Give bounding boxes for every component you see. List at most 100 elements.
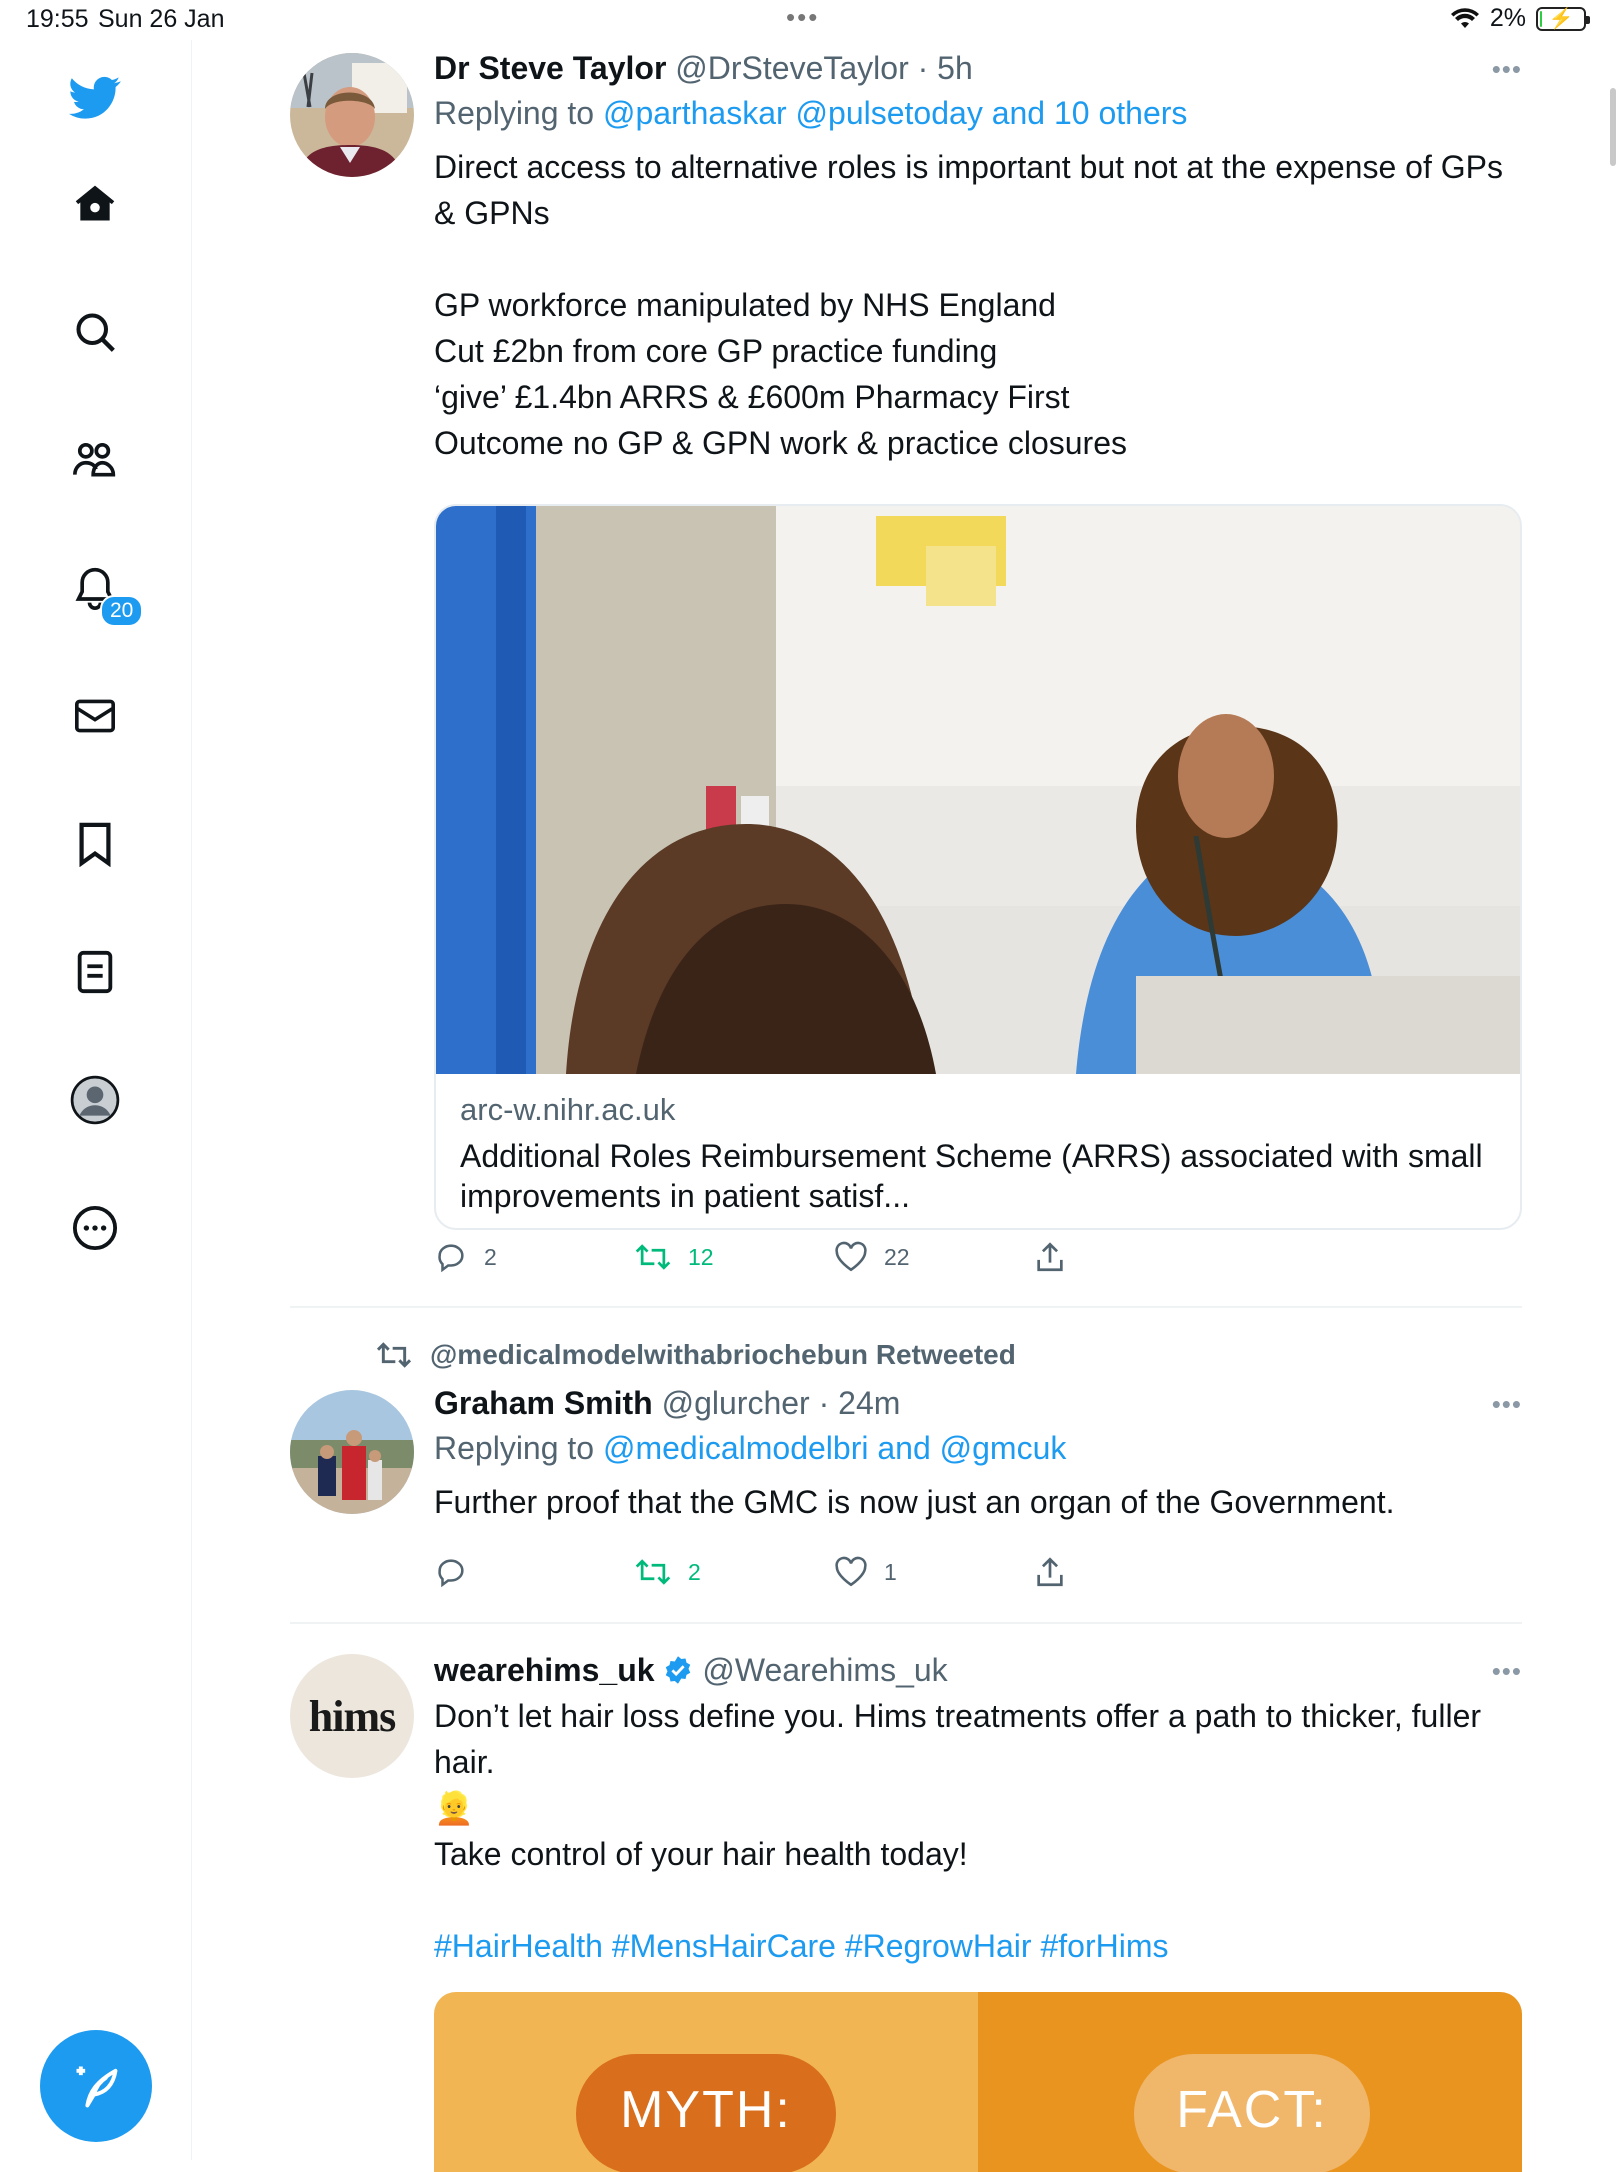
hashtags[interactable]: #HairHealth #MensHairCare #RegrowHair #f… [434,1928,1168,1964]
sidebar-item-home[interactable] [65,174,125,234]
sidebar: 20 [0,40,192,2160]
wifi-icon [1450,7,1479,28]
card-meta: arc-w.nihr.ac.uk Additional Roles Reimbu… [460,1092,1496,1216]
battery-fill [1540,10,1542,27]
search-icon [76,313,115,352]
tweet[interactable]: @medicalmodelwithabriochebun Retweeted G… [290,1335,1522,1615]
tweet-time: · 24m [818,1385,901,1421]
author-name[interactable]: Graham Smith [434,1385,653,1421]
divider [290,1622,1522,1624]
status-right: 2% ⚡ [1450,4,1590,33]
replying-to: Replying to @medicalmodelbri and @gmcuk [434,1430,1522,1467]
profile-icon [70,1075,120,1125]
sidebar-item-explore[interactable] [65,302,125,362]
sidebar-item-bookmarks[interactable] [65,814,125,874]
sidebar-item-profile[interactable] [65,1070,125,1130]
tweet-text: Direct access to alternative roles is im… [434,149,1503,461]
tweet-text-part: Don’t let hair loss define you. Hims tre… [434,1698,1490,1780]
battery-icon: ⚡ [1536,6,1590,31]
fact-label: FACT: [1134,2054,1370,2172]
heart-icon [835,1556,867,1587]
card-image [436,506,1520,1074]
ad-image[interactable]: MYTH: FACT: [434,1992,1522,2172]
share-button[interactable] [1034,1555,1234,1589]
sidebar-item-lists[interactable] [65,942,125,1002]
avatar[interactable] [290,1390,414,1514]
tweet-actions: 2 1 [434,1555,1234,1589]
like-button[interactable]: 22 [834,1241,1034,1273]
home-icon [75,185,115,221]
heart-icon [835,1241,867,1272]
replying-prefix: Replying to [434,95,603,131]
retweet-icon [635,1244,671,1270]
tweet-text: Further proof that the GMC is now just a… [434,1484,1395,1520]
tweet-header: wearehims_uk @Wearehims_uk [434,1652,1522,1689]
people-icon [73,442,116,477]
verified-badge-icon [666,1656,691,1684]
list-icon [77,950,113,994]
author-handle[interactable]: @glurcher [662,1385,810,1421]
avatar[interactable] [290,53,414,177]
author-handle[interactable]: @Wearehims_uk [702,1652,947,1688]
avatar[interactable]: hims [290,1654,414,1778]
myth-label: MYTH: [576,2054,836,2172]
divider [290,1306,1522,1308]
tweet-header: Graham Smith @glurcher · 24m [434,1385,1522,1422]
sidebar-item-messages[interactable] [65,686,125,746]
sidebar-item-more[interactable] [65,1198,125,1258]
twitter-logo-icon[interactable] [65,68,125,128]
replying-to-link[interactable]: @medicalmodelbri and @gmcuk [603,1430,1066,1466]
link-card[interactable]: arc-w.nihr.ac.uk Additional Roles Reimbu… [434,504,1522,1230]
tweet-text: Don’t let hair loss define you. Hims tre… [434,1693,1522,1969]
status-time: 19:55 [26,5,89,33]
share-button[interactable] [1034,1240,1234,1274]
like-count: 22 [884,1243,910,1270]
scrollbar[interactable] [1610,88,1616,166]
status-date: Sun 26 Jan [98,5,225,33]
more-options-icon[interactable]: ••• [1492,1389,1522,1420]
reply-count: 2 [484,1243,497,1270]
replying-to: Replying to @parthaskar @pulsetoday and … [434,95,1522,132]
tweet-time: · 5h [917,50,973,86]
status-bar: 19:55 Sun 26 Jan ••• 2% ⚡ [0,0,1620,40]
reply-icon [438,1244,464,1273]
retweet-context: @medicalmodelwithabriochebun Retweeted [374,1339,1016,1371]
retweet-count: 12 [688,1243,714,1270]
retweet-icon [635,1559,671,1585]
author-name[interactable]: wearehims_uk [434,1652,655,1688]
card-title: Additional Roles Reimbursement Scheme (A… [460,1138,1483,1214]
emoji: 👱 [434,1790,474,1826]
replying-to-link[interactable]: @parthaskar @pulsetoday and 10 others [603,95,1187,131]
compose-tweet-button[interactable] [40,2030,152,2142]
replying-prefix: Replying to [434,1430,603,1466]
reply-button[interactable]: 2 [434,1240,634,1274]
retweet-button[interactable]: 12 [634,1240,834,1274]
author-handle[interactable]: @DrSteveTaylor [675,50,908,86]
avatar-text: hims [308,1691,396,1741]
sidebar-item-communities[interactable] [65,430,125,490]
compose-icon [76,2066,118,2108]
retweet-button[interactable]: 2 [634,1555,834,1589]
reply-icon [438,1559,464,1588]
more-options-icon[interactable]: ••• [1492,1656,1522,1687]
share-icon [1037,1557,1063,1587]
tweet-text-part: Take control of your hair health today! [434,1836,968,1872]
tweet[interactable]: Dr Steve Taylor @DrSteveTaylor · 5h ••• … [290,50,1522,1300]
notification-badge: 20 [100,595,144,627]
tweet-actions: 2 12 22 [434,1240,1234,1274]
mail-icon [75,699,115,733]
tweet[interactable]: hims wearehims_uk @Wearehims_uk ••• Don’… [290,1652,1522,2172]
battery-percent: 2% [1489,4,1526,32]
retweet-count: 2 [688,1558,701,1585]
bookmark-icon [79,822,111,867]
like-count: 1 [884,1558,897,1585]
more-options-icon[interactable]: ••• [1492,54,1522,85]
tweet-header: Dr Steve Taylor @DrSteveTaylor · 5h [434,50,1522,87]
multitasking-dots-icon[interactable]: ••• [786,2,819,33]
retweet-icon [376,1342,412,1368]
reply-button[interactable] [434,1555,634,1589]
retweeted-by[interactable]: @medicalmodelwithabriochebun Retweeted [430,1339,1016,1371]
like-button[interactable]: 1 [834,1556,1034,1588]
card-domain: arc-w.nihr.ac.uk [460,1092,676,1127]
author-name[interactable]: Dr Steve Taylor [434,50,666,86]
